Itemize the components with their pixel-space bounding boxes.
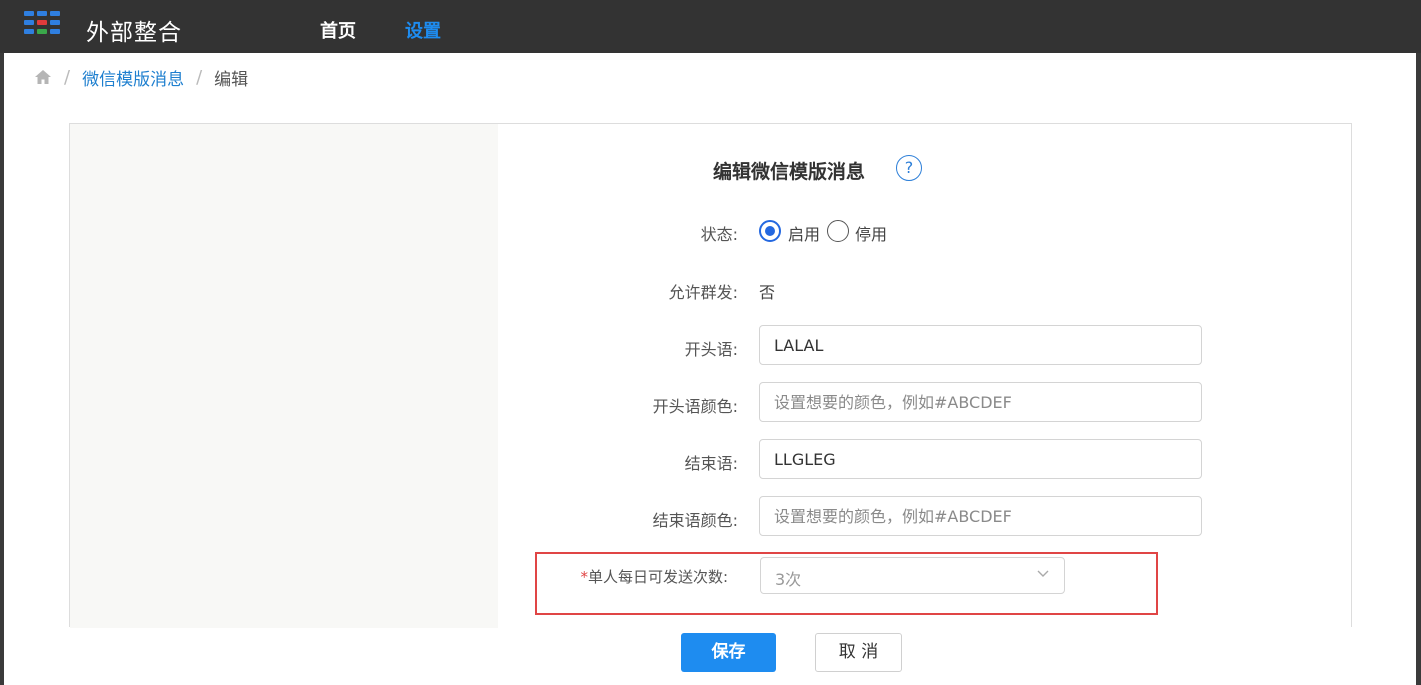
breadcrumb: / 微信模版消息 / 编辑	[34, 64, 248, 90]
allow-group-label: 允许群发:	[668, 283, 738, 302]
breadcrumb-separator: /	[196, 66, 203, 88]
panel-left-area	[70, 124, 498, 628]
save-button[interactable]: 保存	[681, 633, 776, 672]
required-mark: *	[580, 568, 588, 586]
ending-color-input[interactable]	[759, 496, 1202, 536]
opening-input[interactable]	[759, 325, 1202, 365]
form-title: 编辑微信模版消息	[713, 161, 866, 183]
daily-limit-label: *单人每日可发送次数:	[488, 566, 728, 587]
breadcrumb-separator: /	[64, 66, 71, 88]
status-disabled-radio[interactable]	[827, 220, 849, 242]
help-icon[interactable]: ?	[896, 155, 922, 181]
ending-input[interactable]	[759, 439, 1202, 479]
daily-limit-select[interactable]: 3次	[760, 557, 1065, 594]
breadcrumb-current: 编辑	[214, 69, 249, 90]
nav-home[interactable]: 首页	[320, 17, 356, 43]
nav-settings[interactable]: 设置	[405, 17, 441, 43]
daily-limit-value: 3次	[775, 570, 802, 589]
top-navbar: 外部整合 首页 设置	[0, 0, 1421, 53]
window-edge-right	[1416, 53, 1421, 685]
breadcrumb-link-template-messages[interactable]: 微信模版消息	[82, 65, 184, 90]
opening-color-label: 开头语颜色:	[652, 397, 738, 416]
cancel-button[interactable]: 取 消	[815, 633, 902, 672]
window-edge-left	[0, 53, 4, 685]
status-enabled-label[interactable]: 启用	[788, 221, 820, 245]
ending-label: 结束语:	[684, 454, 738, 473]
allow-group-value: 否	[759, 283, 776, 302]
status-disabled-label[interactable]: 停用	[855, 221, 887, 245]
opening-label: 开头语:	[684, 340, 738, 359]
status-enabled-radio[interactable]	[759, 220, 781, 242]
home-icon[interactable]	[34, 69, 52, 85]
ending-color-label: 结束语颜色:	[652, 511, 738, 530]
chevron-down-icon	[1037, 570, 1049, 577]
status-label: 状态:	[700, 225, 738, 244]
grid-logo-icon	[24, 11, 70, 37]
opening-color-input[interactable]	[759, 382, 1202, 422]
daily-limit-label-text: 单人每日可发送次数:	[587, 568, 728, 586]
app-title: 外部整合	[86, 20, 182, 46]
